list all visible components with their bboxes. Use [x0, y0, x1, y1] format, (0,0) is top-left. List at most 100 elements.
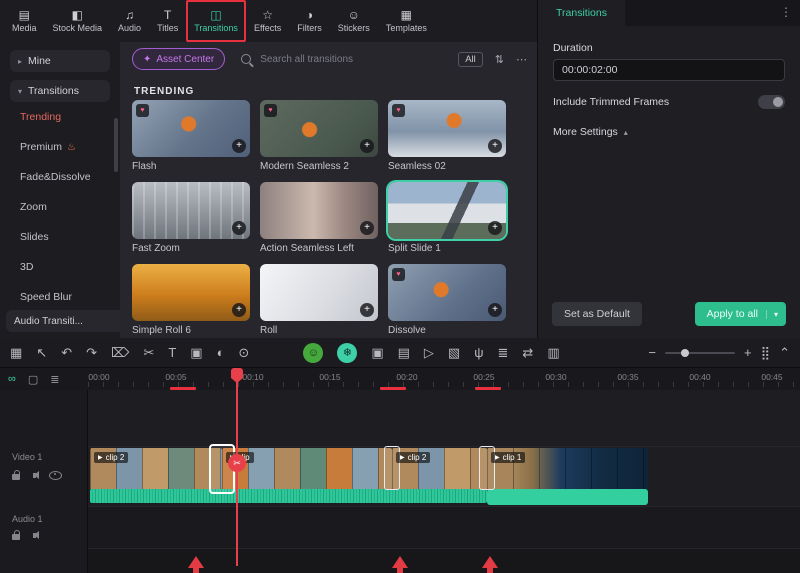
transition-thumbnail[interactable]: +: [132, 182, 250, 239]
transition-card-dissolve[interactable]: ♥ + Dissolve: [388, 264, 506, 336]
delete-icon[interactable]: ⌦: [111, 338, 129, 368]
mask-icon[interactable]: ◐: [217, 338, 225, 368]
track-list-icon[interactable]: ≣: [50, 373, 59, 386]
crop-icon[interactable]: ▣: [190, 338, 202, 368]
more-settings-button[interactable]: More Settings ▴: [553, 126, 628, 138]
add-transition-button[interactable]: +: [232, 139, 246, 153]
visibility-icon[interactable]: [49, 471, 62, 480]
split-icon[interactable]: ✂: [143, 338, 154, 368]
lock-icon[interactable]: [12, 534, 20, 540]
sidebar-item-premium[interactable]: Premium ♨: [0, 132, 120, 162]
zoom-out-icon[interactable]: −: [648, 338, 656, 368]
tab-transitions[interactable]: Transitions: [538, 0, 625, 26]
transition-card-split-slide-1[interactable]: + Split Slide 1: [388, 182, 506, 254]
include-trimmed-toggle[interactable]: [758, 95, 785, 109]
sort-icon[interactable]: ⇅: [495, 53, 504, 66]
redo-icon[interactable]: ↷: [86, 338, 97, 368]
collapse-timeline-icon[interactable]: ⌃: [779, 338, 790, 368]
slider-knob[interactable]: [681, 349, 689, 357]
snapshot-icon[interactable]: ▣: [371, 338, 383, 368]
text-tool-icon[interactable]: T: [168, 338, 176, 368]
speed-icon[interactable]: ▷: [424, 338, 434, 368]
zoom-in-icon[interactable]: +: [744, 338, 752, 368]
transition-card-fast-zoom[interactable]: + Fast Zoom: [132, 182, 250, 254]
emoji-icon: ☺: [308, 347, 319, 359]
link-icon[interactable]: ∞: [8, 373, 16, 385]
add-transition-button[interactable]: +: [232, 303, 246, 317]
emoji-tool-button[interactable]: ☺: [303, 343, 323, 363]
freeze-frame-button[interactable]: ❄: [337, 343, 357, 363]
undo-icon[interactable]: ↶: [61, 338, 72, 368]
audio-waveform[interactable]: [90, 489, 487, 503]
playhead-split-badge[interactable]: ✂: [228, 454, 246, 472]
record-icon[interactable]: ⊙: [238, 338, 249, 368]
nav-item-stickers[interactable]: ☺ Stickers: [330, 0, 378, 42]
picture-icon[interactable]: ▤: [398, 338, 410, 368]
transition-card-roll[interactable]: + Roll: [260, 264, 378, 336]
duration-input[interactable]: [553, 59, 785, 81]
camera-icon[interactable]: ▥: [547, 338, 559, 368]
more-options-icon[interactable]: ⋯: [516, 53, 527, 66]
nav-item-transitions[interactable]: ◫ Transitions: [186, 0, 246, 42]
nav-item-titles[interactable]: T Titles: [149, 0, 186, 42]
transition-card-flash[interactable]: ♥ + Flash: [132, 100, 250, 172]
sidebar-item-trending[interactable]: Trending: [0, 102, 120, 132]
transition-thumbnail[interactable]: ♥ +: [388, 100, 506, 157]
transition-card-simple-roll-6[interactable]: + Simple Roll 6: [132, 264, 250, 336]
nav-item-stock-media[interactable]: ◧ Stock Media: [45, 0, 111, 42]
sidebar-item-3d[interactable]: 3D: [0, 252, 120, 282]
audio-track-lane[interactable]: [88, 506, 800, 548]
swap-icon[interactable]: ⇄: [522, 338, 533, 368]
layout-grid-icon[interactable]: ▦: [10, 338, 22, 368]
timeline-ruler[interactable]: ∞ ▢ ≣ 00:00 00:05 00:10 00:15 00:20 00:2…: [0, 368, 800, 391]
sidebar-section-mine[interactable]: ▸ Mine: [10, 50, 110, 72]
box-select-icon[interactable]: ▢: [28, 373, 38, 386]
sidebar-item-speed-blur[interactable]: Speed Blur: [0, 282, 120, 312]
nav-item-media[interactable]: ▤ Media: [4, 0, 45, 42]
transition-thumbnail[interactable]: ♥ +: [132, 100, 250, 157]
nav-item-effects[interactable]: ☆ Effects: [246, 0, 289, 42]
panel-menu-icon[interactable]: ⋮: [780, 5, 792, 19]
transition-thumbnail[interactable]: +: [260, 182, 378, 239]
mic-icon[interactable]: ψ: [474, 338, 483, 368]
add-transition-button[interactable]: +: [360, 139, 374, 153]
nav-item-templates[interactable]: ▦ Templates: [378, 0, 435, 42]
transition-thumbnail-selected[interactable]: +: [388, 182, 506, 239]
add-transition-button[interactable]: +: [360, 303, 374, 317]
mute-icon[interactable]: [33, 533, 36, 538]
select-cursor-icon[interactable]: ↖: [36, 338, 47, 368]
timeline-zoom-slider[interactable]: [665, 352, 735, 354]
sidebar-item-slides[interactable]: Slides: [0, 222, 120, 252]
shield-icon[interactable]: ▧: [448, 338, 460, 368]
audio-waveform-solid[interactable]: [487, 489, 648, 505]
sidebar-scrollbar[interactable]: [114, 118, 118, 172]
add-transition-button[interactable]: +: [360, 221, 374, 235]
lock-icon[interactable]: [12, 474, 20, 480]
transition-card-action-seamless-left[interactable]: + Action Seamless Left: [260, 182, 378, 254]
playhead-handle[interactable]: [231, 368, 243, 378]
track-options-icon[interactable]: ⣿: [761, 338, 771, 368]
nav-item-audio[interactable]: ♫ Audio: [110, 0, 149, 42]
apply-to-all-button[interactable]: Apply to all ▾: [695, 302, 786, 326]
set-as-default-button[interactable]: Set as Default: [552, 302, 642, 326]
add-transition-button[interactable]: +: [488, 303, 502, 317]
sidebar-item-fade-dissolve[interactable]: Fade&Dissolve: [0, 162, 120, 192]
add-transition-button[interactable]: +: [488, 139, 502, 153]
search-input[interactable]: [258, 53, 412, 66]
transition-thumbnail[interactable]: +: [132, 264, 250, 321]
transition-thumbnail[interactable]: ♥ +: [388, 264, 506, 321]
asset-center-button[interactable]: ✦ Asset Center: [132, 48, 225, 70]
add-transition-button[interactable]: +: [488, 221, 502, 235]
add-transition-button[interactable]: +: [232, 221, 246, 235]
transition-card-seamless-02[interactable]: ♥ + Seamless 02: [388, 100, 506, 172]
nav-item-filters[interactable]: ◑ Filters: [289, 0, 330, 42]
transition-card-modern-seamless-2[interactable]: ♥ + Modern Seamless 2: [260, 100, 378, 172]
mute-icon[interactable]: [33, 473, 36, 478]
mixer-icon[interactable]: ≣: [498, 338, 509, 368]
transition-thumbnail[interactable]: +: [260, 264, 378, 321]
filter-all-button[interactable]: All: [458, 52, 483, 67]
sidebar-item-zoom[interactable]: Zoom: [0, 192, 120, 222]
sidebar-item-audio-transitions[interactable]: Audio Transiti...: [6, 310, 128, 332]
transition-thumbnail[interactable]: ♥ +: [260, 100, 378, 157]
sidebar-section-transitions[interactable]: ▾ Transitions: [10, 80, 110, 102]
